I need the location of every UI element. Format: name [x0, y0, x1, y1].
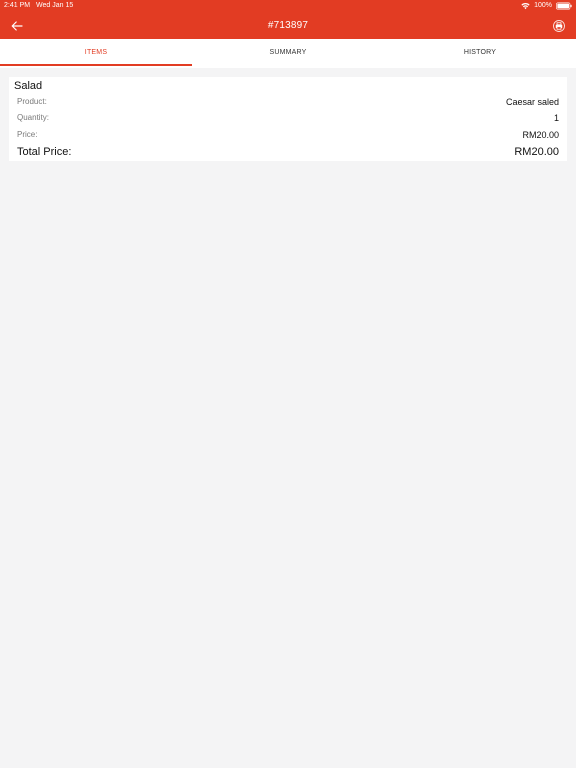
navigation-bar: #713897 [0, 13, 576, 39]
arrow-left-icon [11, 21, 23, 31]
print-button[interactable] [551, 18, 567, 34]
price-label: Price: [17, 130, 38, 139]
item-category-title: Salad [14, 80, 43, 92]
order-number-title: #713897 [267, 20, 309, 31]
total-price-label: Total Price: [17, 146, 72, 158]
battery-percent: 100% [534, 2, 552, 9]
status-indicators: 100% [521, 0, 572, 12]
tab-items-label: ITEMS [84, 49, 108, 56]
app-header: 2:41 PM Wed Jan 15 100% #713897 [0, 0, 576, 39]
product-label: Product: [17, 97, 47, 106]
tab-history-label: HISTORY [463, 49, 497, 56]
back-button[interactable] [8, 17, 26, 35]
active-tab-indicator [0, 64, 192, 66]
total-price-value: RM20.00 [514, 146, 559, 158]
printer-icon [553, 20, 565, 32]
tab-bar: ITEMS SUMMARY HISTORY [0, 39, 576, 68]
tab-summary-label: SUMMARY [269, 49, 307, 56]
quantity-label: Quantity: [17, 113, 50, 122]
order-item-card: Salad Product: Caesar saled Quantity: 1 … [9, 77, 567, 161]
product-value: Caesar saled [505, 97, 559, 107]
tab-summary[interactable]: SUMMARY [192, 39, 384, 68]
battery-icon [556, 2, 572, 10]
wifi-icon [521, 3, 530, 10]
price-value: RM20.00 [522, 130, 559, 140]
status-time: 2:41 PM [4, 2, 31, 9]
quantity-value: 1 [553, 113, 559, 123]
status-bar: 2:41 PM Wed Jan 15 100% [0, 0, 576, 12]
status-date: Wed Jan 15 [36, 2, 74, 9]
tab-history[interactable]: HISTORY [384, 39, 576, 68]
tab-items[interactable]: ITEMS [0, 39, 192, 68]
